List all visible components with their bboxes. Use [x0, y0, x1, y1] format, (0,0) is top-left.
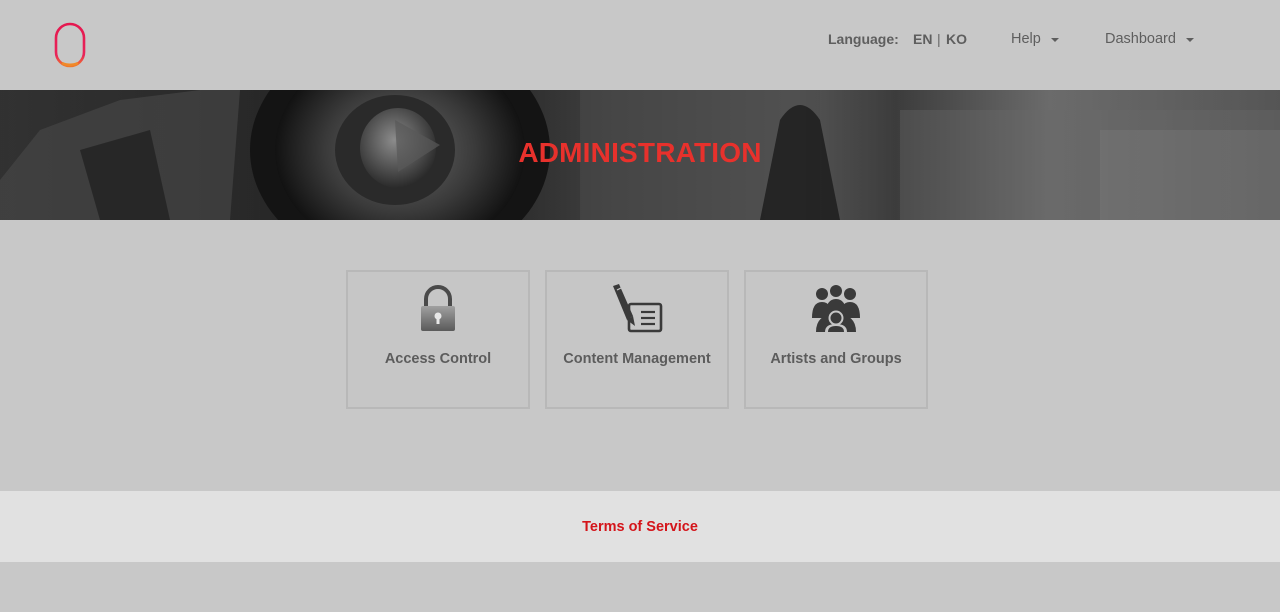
footer: Terms of Service: [0, 491, 1280, 562]
hero-banner: ADMINISTRATION: [0, 90, 1280, 220]
terms-of-service-link[interactable]: Terms of Service: [582, 519, 698, 535]
content-management-tile[interactable]: Content Management: [545, 270, 729, 409]
help-menu-label: Help: [1011, 31, 1041, 47]
padlock-icon: [421, 285, 455, 331]
language-separator: |: [937, 31, 941, 47]
brand-logo-icon[interactable]: [52, 22, 88, 68]
dashboard-menu-label: Dashboard: [1105, 31, 1176, 47]
dashboard-menu[interactable]: Dashboard: [1105, 31, 1194, 47]
artists-and-groups-tile[interactable]: Artists and Groups: [744, 270, 928, 409]
access-control-tile[interactable]: Access Control: [346, 270, 530, 409]
artists-and-groups-label: Artists and Groups: [770, 351, 902, 367]
pen-document-icon: [613, 284, 663, 333]
language-option-ko[interactable]: KO: [946, 31, 967, 47]
chevron-down-icon: [1185, 38, 1194, 42]
language-label: Language:: [828, 31, 899, 47]
group-people-icon: [812, 285, 860, 332]
page-title: ADMINISTRATION: [518, 137, 762, 168]
chevron-down-icon: [1050, 38, 1059, 42]
language-option-en[interactable]: EN: [913, 31, 932, 47]
top-bar: Language: EN | KO Help Dashboard: [0, 0, 1280, 90]
content-management-label: Content Management: [563, 351, 711, 367]
admin-tiles: Access Control Content Management Artist…: [346, 270, 928, 409]
access-control-label: Access Control: [384, 351, 492, 367]
help-menu[interactable]: Help: [1011, 31, 1059, 47]
